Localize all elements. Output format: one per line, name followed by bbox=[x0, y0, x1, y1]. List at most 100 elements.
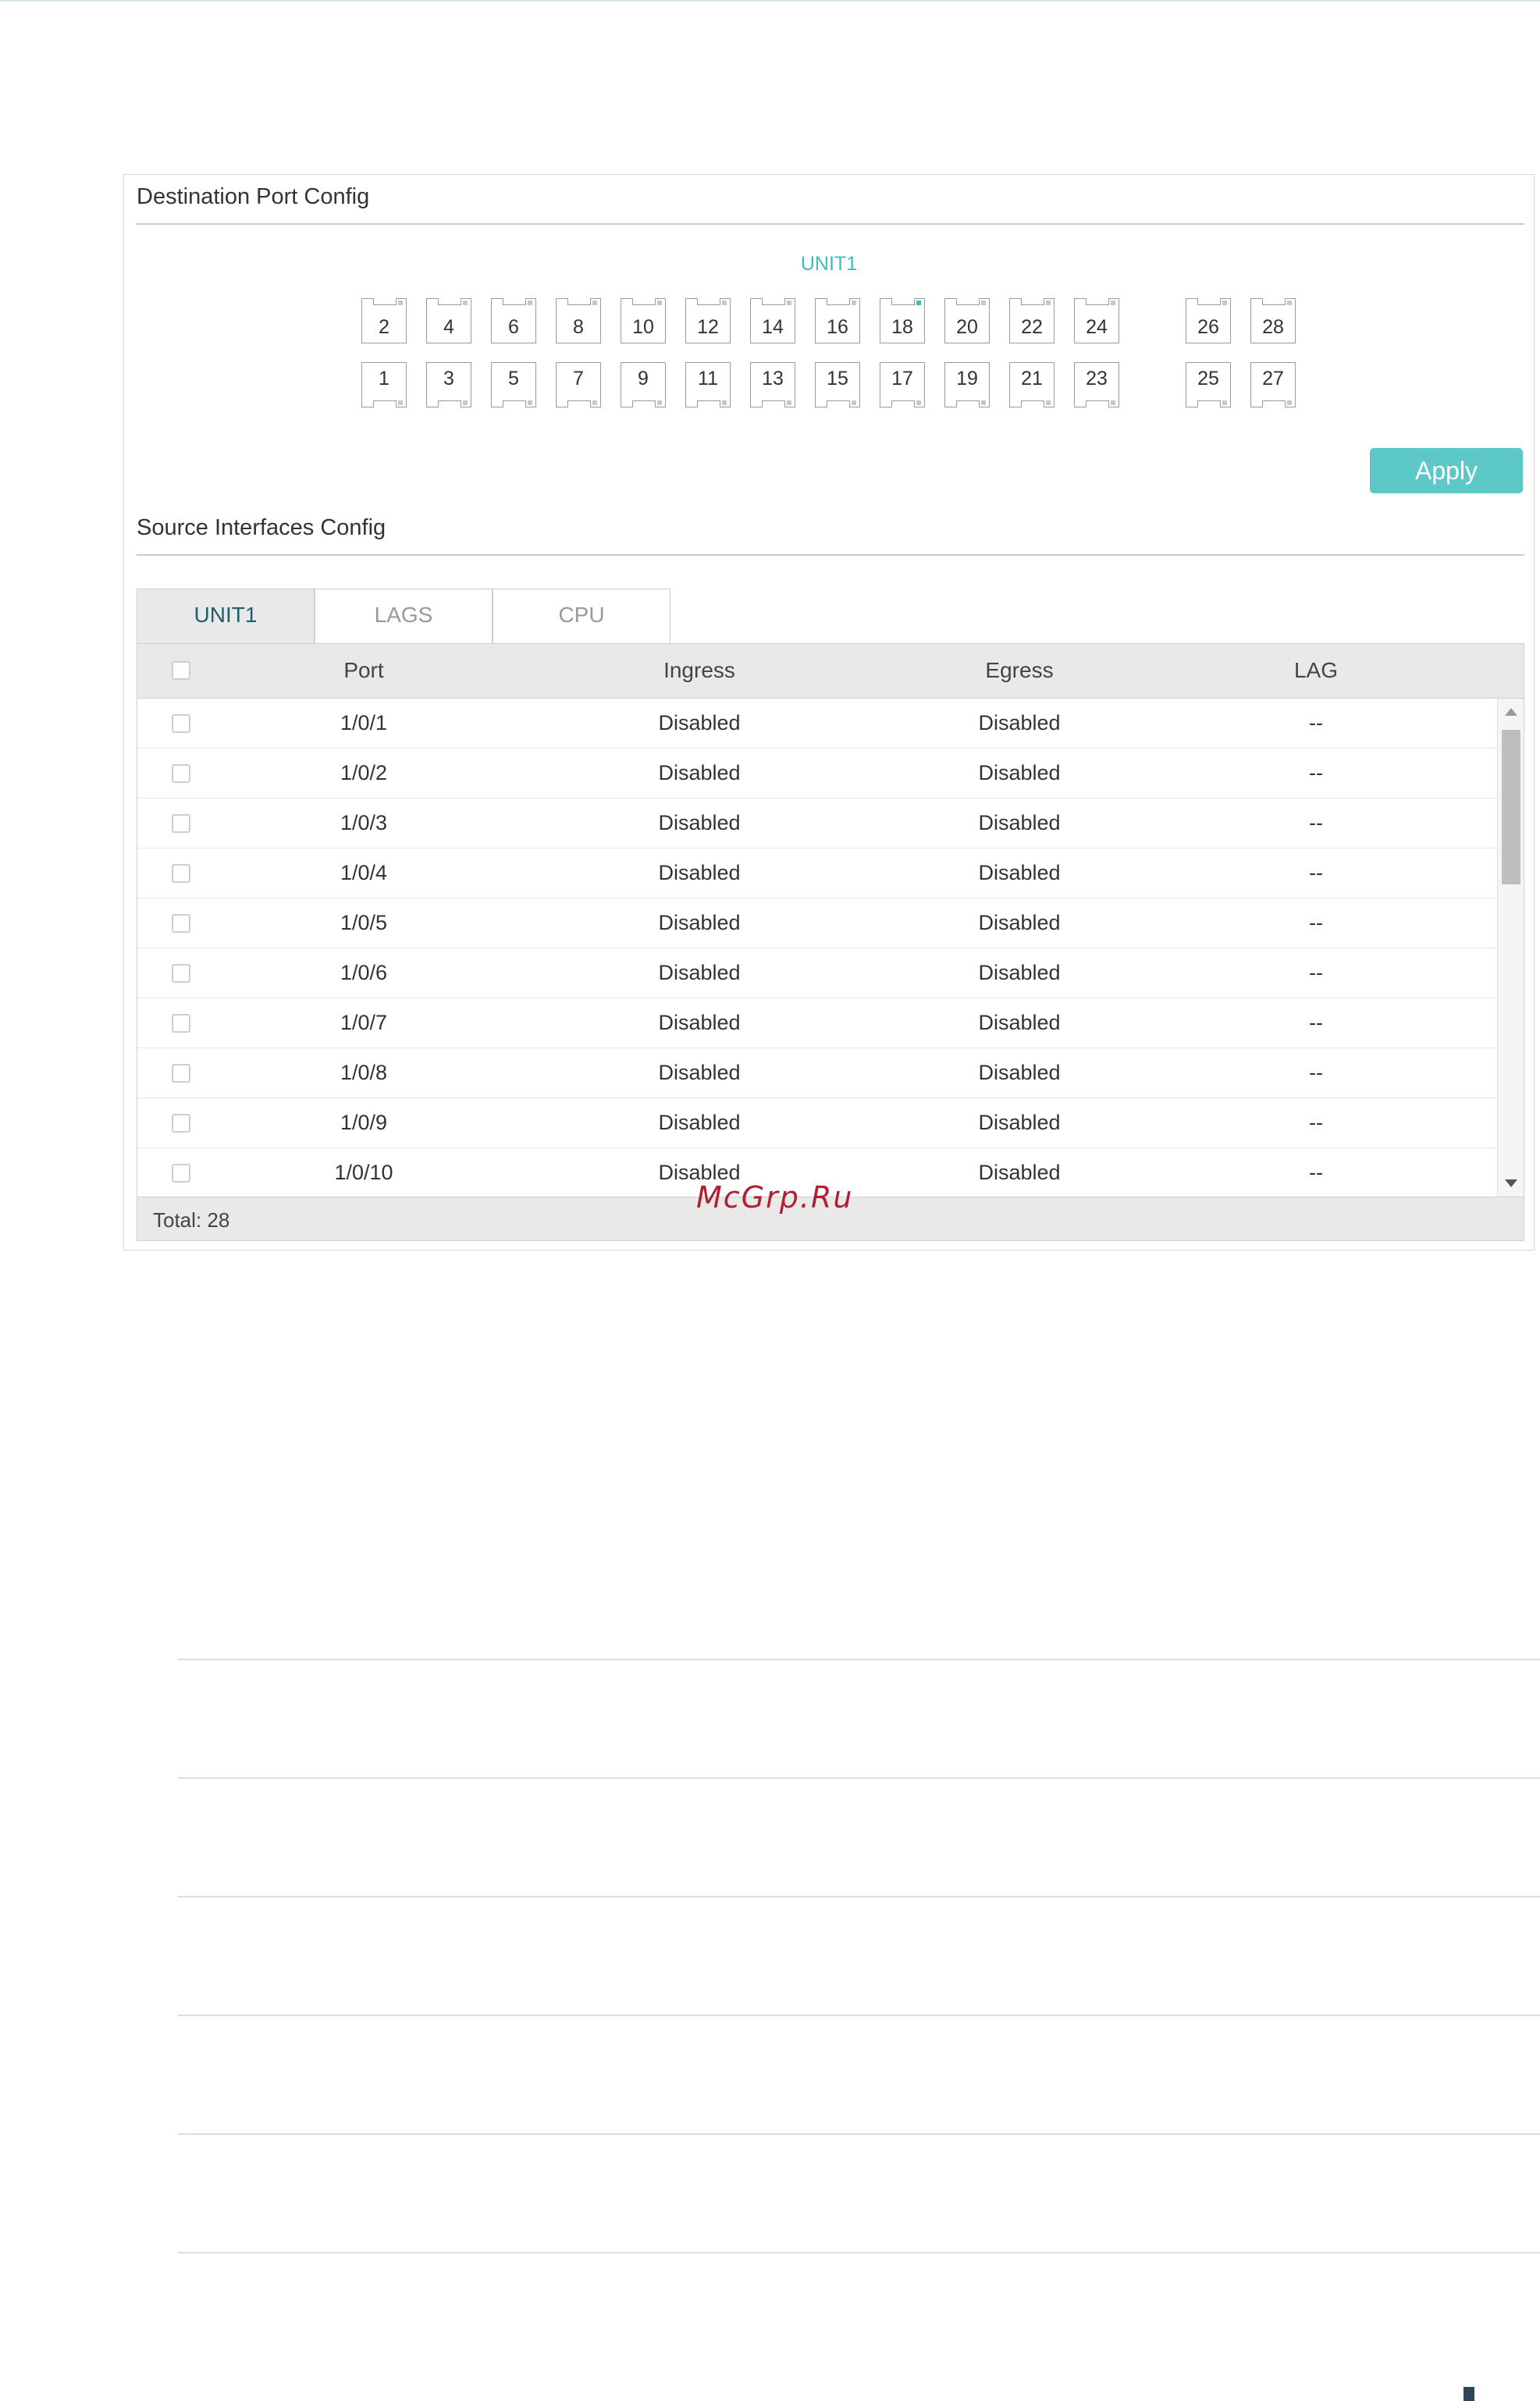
port-14[interactable]: 14 bbox=[750, 298, 795, 343]
cell-egress: Disabled bbox=[978, 1011, 1061, 1034]
cell-port: 1/0/6 bbox=[340, 961, 388, 984]
port-led-icon bbox=[1046, 301, 1051, 305]
table-row[interactable]: 1/0/1 Disabled Disabled -- bbox=[137, 699, 1497, 749]
port-notch bbox=[762, 400, 785, 407]
table-row[interactable]: 1/0/8 Disabled Disabled -- bbox=[137, 1048, 1497, 1098]
port-25[interactable]: 25 bbox=[1186, 362, 1231, 407]
column-header-port[interactable]: Port bbox=[293, 658, 434, 683]
port-15[interactable]: 15 bbox=[815, 362, 860, 407]
port-19[interactable]: 19 bbox=[944, 362, 990, 407]
port-notch bbox=[697, 298, 720, 305]
scroll-up-arrow-icon[interactable] bbox=[1505, 708, 1517, 716]
row-checkbox[interactable] bbox=[172, 814, 190, 833]
port-led-icon bbox=[722, 301, 727, 305]
total-count: Total: 28 bbox=[153, 1208, 230, 1232]
port-10[interactable]: 10 bbox=[621, 298, 666, 343]
cell-egress: Disabled bbox=[978, 761, 1061, 784]
table-row[interactable]: 1/0/6 Disabled Disabled -- bbox=[137, 948, 1497, 998]
table-row[interactable]: 1/0/2 Disabled Disabled -- bbox=[137, 749, 1497, 799]
port-20[interactable]: 20 bbox=[944, 298, 990, 343]
cell-egress: Disabled bbox=[978, 811, 1061, 834]
port-led-icon bbox=[852, 400, 856, 405]
port-led-icon bbox=[787, 400, 791, 405]
port-3[interactable]: 3 bbox=[426, 362, 471, 407]
tab-cpu[interactable]: CPU bbox=[493, 589, 670, 643]
port-7[interactable]: 7 bbox=[556, 362, 601, 407]
port-number: 8 bbox=[573, 316, 584, 338]
port-number: 25 bbox=[1197, 368, 1219, 389]
port-27[interactable]: 27 bbox=[1250, 362, 1296, 407]
port-number: 15 bbox=[827, 368, 848, 389]
port-24[interactable]: 24 bbox=[1074, 298, 1119, 343]
port-16[interactable]: 16 bbox=[815, 298, 860, 343]
column-header-ingress[interactable]: Ingress bbox=[590, 658, 809, 683]
row-checkbox[interactable] bbox=[172, 1014, 190, 1033]
port-led-icon bbox=[852, 301, 856, 305]
port-number: 5 bbox=[508, 368, 519, 389]
port-notch bbox=[697, 400, 720, 407]
row-checkbox[interactable] bbox=[172, 1064, 190, 1083]
row-checkbox[interactable] bbox=[172, 764, 190, 783]
table-row[interactable]: 1/0/5 Disabled Disabled -- bbox=[137, 898, 1497, 948]
row-checkbox[interactable] bbox=[172, 1164, 190, 1183]
port-28[interactable]: 28 bbox=[1250, 298, 1296, 343]
port-led-icon bbox=[1111, 400, 1115, 405]
port-6[interactable]: 6 bbox=[491, 298, 536, 343]
table-row[interactable]: 1/0/4 Disabled Disabled -- bbox=[137, 848, 1497, 898]
port-21[interactable]: 21 bbox=[1009, 362, 1055, 407]
port-12[interactable]: 12 bbox=[685, 298, 731, 343]
cell-port: 1/0/4 bbox=[340, 861, 388, 884]
port-22[interactable]: 22 bbox=[1009, 298, 1055, 343]
port-13[interactable]: 13 bbox=[750, 362, 795, 407]
port-led-icon bbox=[463, 400, 468, 405]
cell-egress: Disabled bbox=[978, 861, 1061, 884]
port-23[interactable]: 23 bbox=[1074, 362, 1119, 407]
port-led-icon bbox=[981, 301, 986, 305]
row-checkbox[interactable] bbox=[172, 964, 190, 983]
cell-ingress: Disabled bbox=[658, 1061, 741, 1084]
row-checkbox[interactable] bbox=[172, 864, 190, 883]
table-row[interactable]: 1/0/7 Disabled Disabled -- bbox=[137, 998, 1497, 1048]
port-notch bbox=[632, 298, 656, 305]
destination-section-title: Destination Port Config bbox=[137, 184, 370, 209]
port-11[interactable]: 11 bbox=[685, 362, 731, 407]
source-interfaces-table: Port Ingress Egress LAG 1/0/1 Disabled Dis… bbox=[137, 643, 1524, 1241]
separator-line bbox=[178, 2133, 1540, 2135]
select-all-checkbox[interactable] bbox=[172, 661, 190, 680]
table-scrollbar[interactable] bbox=[1497, 699, 1524, 1198]
column-header-lag[interactable]: LAG bbox=[1246, 658, 1386, 683]
tab-unit1[interactable]: UNIT1 bbox=[137, 589, 315, 643]
row-checkbox[interactable] bbox=[172, 714, 190, 733]
column-header-egress[interactable]: Egress bbox=[910, 658, 1129, 683]
port-number: 26 bbox=[1197, 316, 1219, 338]
port-led-icon bbox=[657, 301, 662, 305]
port-number: 27 bbox=[1262, 368, 1284, 389]
tab-lags[interactable]: LAGS bbox=[315, 589, 493, 643]
port-number: 6 bbox=[508, 316, 519, 338]
port-9[interactable]: 9 bbox=[621, 362, 666, 407]
cell-lag: -- bbox=[1309, 761, 1323, 784]
table-row[interactable]: 1/0/9 Disabled Disabled -- bbox=[137, 1098, 1497, 1148]
scroll-down-arrow-icon[interactable] bbox=[1505, 1179, 1517, 1187]
port-8[interactable]: 8 bbox=[556, 298, 601, 343]
row-checkbox[interactable] bbox=[172, 1114, 190, 1133]
row-checkbox[interactable] bbox=[172, 914, 190, 933]
cell-egress: Disabled bbox=[978, 961, 1061, 984]
port-4[interactable]: 4 bbox=[426, 298, 471, 343]
table-row[interactable]: 1/0/3 Disabled Disabled -- bbox=[137, 799, 1497, 848]
port-led-icon bbox=[916, 301, 921, 305]
separator-line bbox=[178, 2252, 1540, 2253]
scroll-thumb[interactable] bbox=[1502, 730, 1520, 884]
apply-button[interactable]: Apply bbox=[1370, 448, 1523, 493]
port-18[interactable]: 18 bbox=[880, 298, 925, 343]
port-notch bbox=[1197, 400, 1221, 407]
port-26[interactable]: 26 bbox=[1186, 298, 1231, 343]
port-number: 7 bbox=[573, 368, 584, 389]
port-17[interactable]: 17 bbox=[880, 362, 925, 407]
port-5[interactable]: 5 bbox=[491, 362, 536, 407]
port-1[interactable]: 1 bbox=[361, 362, 407, 407]
cell-egress: Disabled bbox=[978, 711, 1061, 735]
port-number: 19 bbox=[956, 368, 978, 389]
port-2[interactable]: 2 bbox=[361, 298, 407, 343]
cell-egress: Disabled bbox=[978, 1061, 1061, 1084]
